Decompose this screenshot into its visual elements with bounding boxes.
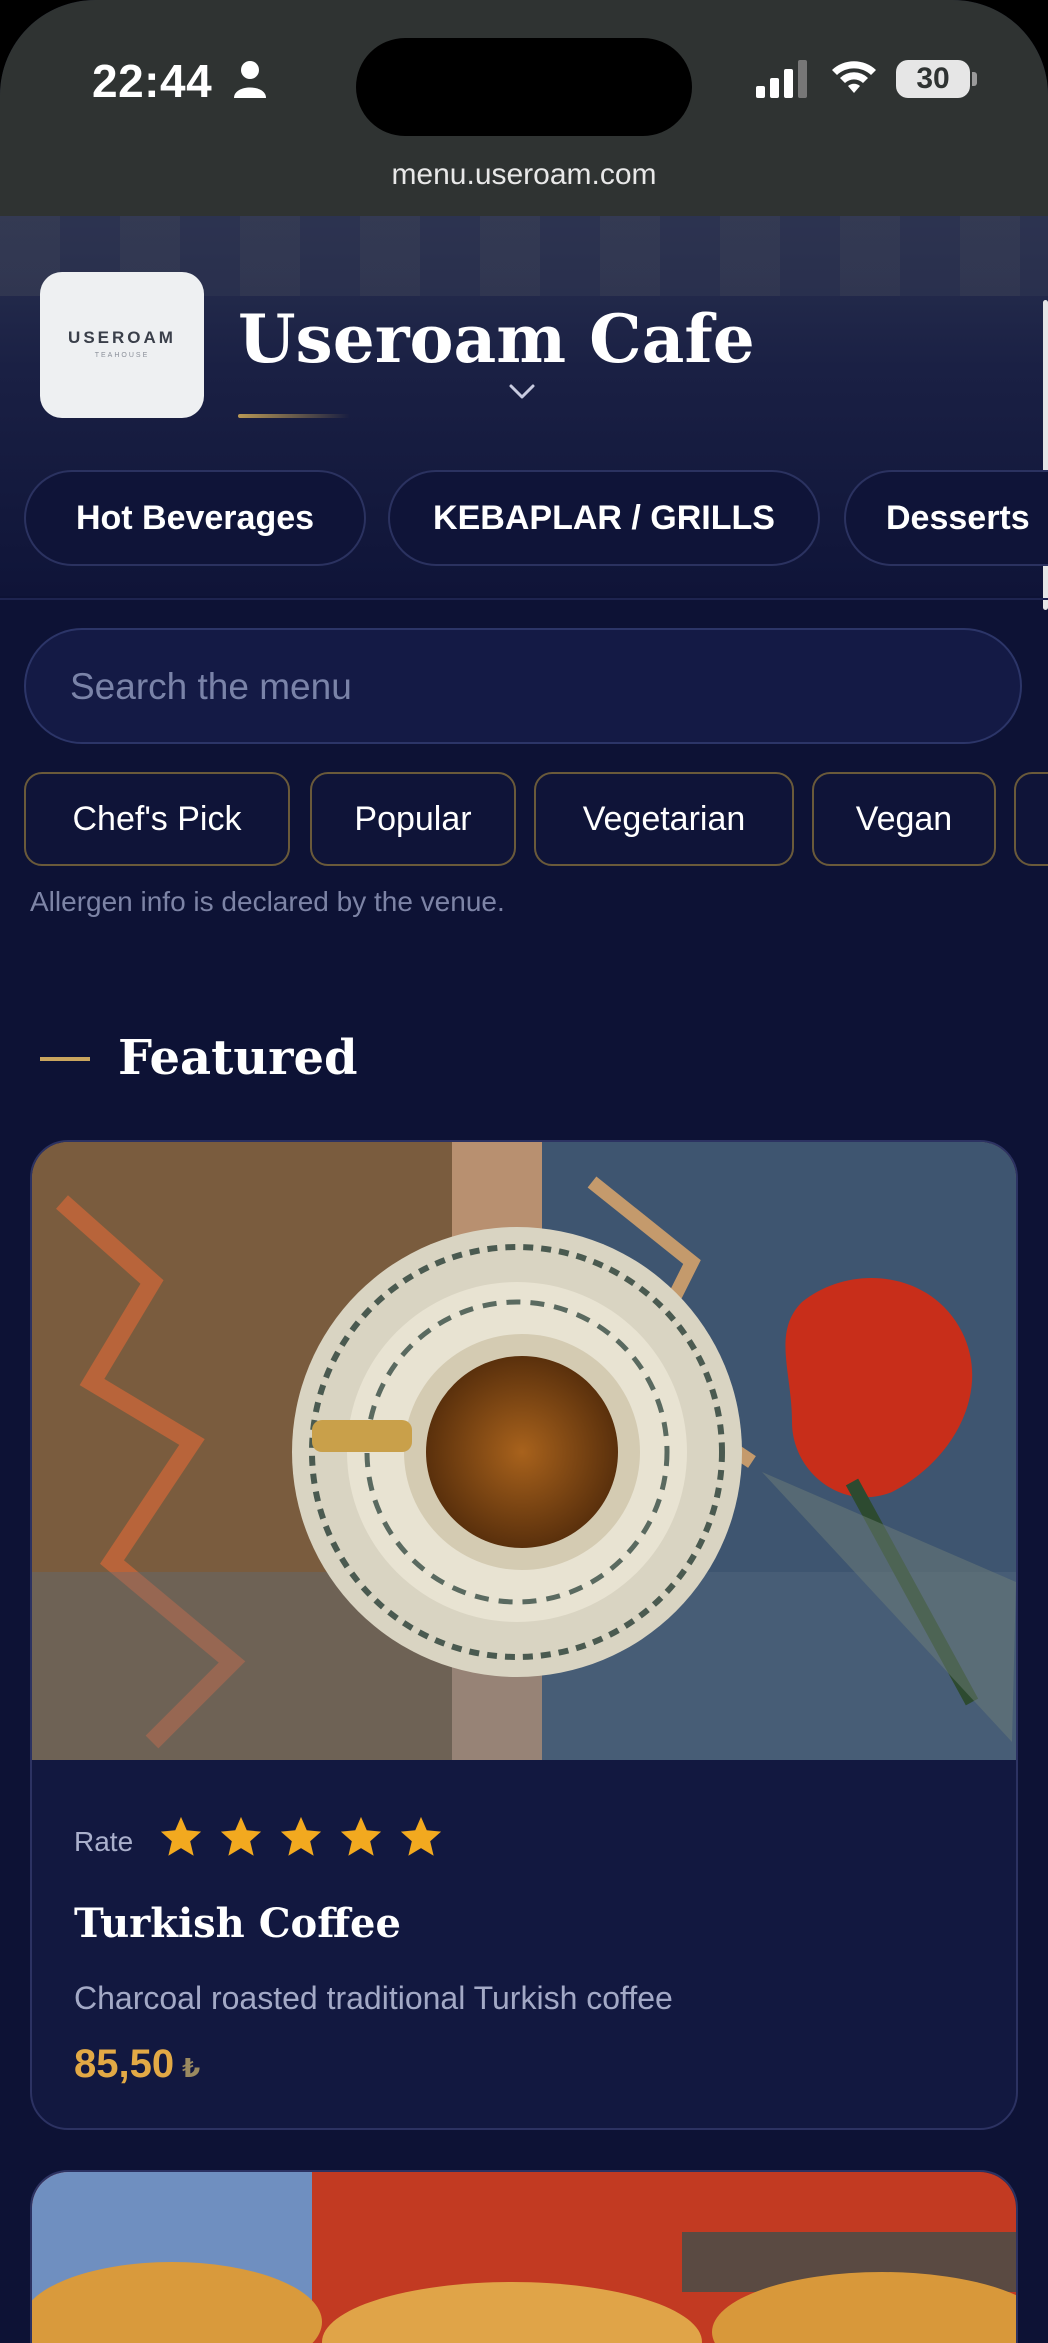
product-name: Turkish Coffee [74, 1900, 401, 1947]
battery-tip [972, 72, 977, 86]
category-tab-grills[interactable]: KEBAPLAR / GRILLS [388, 470, 820, 566]
chevron-down-icon[interactable] [508, 382, 536, 402]
filter-vegetarian[interactable]: Vegetarian [534, 772, 794, 866]
section-divider [0, 598, 1048, 600]
phone-screen: 22:44 30 menu.useroam.com USEROAM TEAHOU… [0, 0, 1048, 2343]
allergen-note: Allergen info is declared by the venue. [30, 886, 505, 917]
person-icon [234, 61, 266, 98]
product-image [32, 1142, 1016, 1760]
featured-accent-line [40, 1057, 90, 1061]
product-card[interactable] [30, 2170, 1018, 2343]
status-bar: 22:44 30 menu.useroam.com [0, 0, 1048, 216]
product-price: 85,50 ₺ [74, 2042, 200, 2087]
browser-url[interactable]: menu.useroam.com [0, 158, 1048, 192]
star-icon [220, 1816, 262, 1856]
logo-subtitle: TEAHOUSE [94, 352, 150, 359]
wifi-icon [832, 61, 876, 93]
currency-symbol: ₺ [182, 2053, 201, 2083]
price-value: 85,50 [74, 2042, 175, 2086]
category-tab-desserts[interactable]: Desserts [844, 470, 1048, 566]
venue-logo: USEROAM TEAHOUSE [40, 272, 204, 418]
filter-chefs-pick[interactable]: Chef's Pick [24, 772, 290, 866]
filter-more[interactable] [1014, 772, 1048, 866]
search-box[interactable]: Search the menu [24, 628, 1022, 744]
filter-vegan[interactable]: Vegan [812, 772, 996, 866]
product-card[interactable]: Rate Turkish Coffee Charcoal roasted tra… [30, 1140, 1018, 2130]
battery-indicator: 30 [896, 60, 970, 98]
filter-popular[interactable]: Popular [310, 772, 516, 866]
category-tab-hot-beverages[interactable]: Hot Beverages [24, 470, 366, 566]
rate-label: Rate [74, 1826, 134, 1857]
featured-heading: Featured [118, 1030, 358, 1086]
star-rating [158, 1814, 458, 1865]
star-icon [280, 1816, 322, 1856]
search-input[interactable]: Search the menu [70, 666, 970, 708]
title-underline [238, 414, 350, 418]
star-icon [160, 1816, 202, 1856]
product-image [32, 2172, 1016, 2343]
product-description: Charcoal roasted traditional Turkish cof… [74, 1980, 673, 2016]
star-icon [340, 1816, 382, 1856]
venue-title: Useroam Cafe [238, 300, 755, 378]
logo-wordmark: USEROAM [68, 328, 176, 347]
status-time: 22:44 [92, 55, 213, 107]
star-icon [400, 1816, 442, 1856]
cellular-signal-icon [756, 60, 807, 98]
dynamic-island [356, 38, 692, 136]
